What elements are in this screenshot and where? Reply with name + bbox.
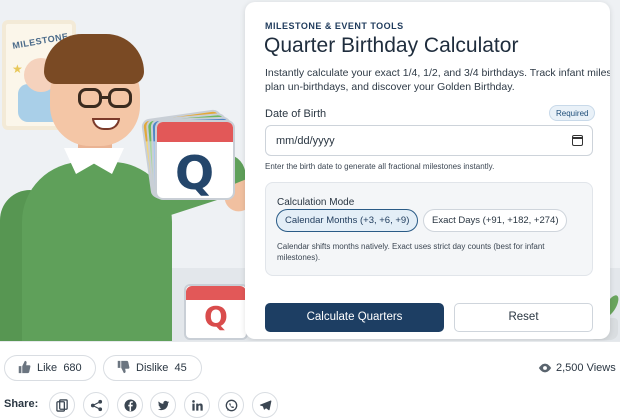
dob-hint: Enter the birth date to generate all fra…: [265, 162, 495, 171]
telegram-share-button[interactable]: [252, 392, 278, 418]
eye-icon: [538, 363, 552, 373]
engagement-bar: Like 680 Dislike 45 2,500 Views Share:: [0, 341, 620, 418]
mode-option-exact-days[interactable]: Exact Days (+91, +182, +274): [423, 209, 568, 232]
facebook-share-button[interactable]: [117, 392, 143, 418]
calendar-picker-icon[interactable]: [572, 135, 583, 146]
views-text: 2,500 Views: [556, 362, 616, 374]
hair: [44, 34, 144, 84]
dislike-label: Dislike: [136, 362, 169, 374]
calculator-card: MILESTONE & EVENT TOOLS Quarter Birthday…: [245, 2, 610, 339]
description: Instantly calculate your exact 1/4, 1/2,…: [265, 66, 610, 94]
date-of-birth-input[interactable]: mm/dd/yyyy: [265, 125, 593, 156]
glasses-left-lens: [78, 88, 102, 108]
linkedin-icon: [192, 400, 203, 411]
mode-note: Calendar shifts months natively. Exact u…: [277, 242, 545, 262]
facebook-icon: [124, 399, 137, 412]
date-placeholder: mm/dd/yyyy: [276, 135, 335, 147]
glasses-right-lens: [108, 88, 132, 108]
dislike-button[interactable]: Dislike 45: [103, 355, 202, 381]
calendar-header: [157, 122, 233, 142]
twitter-share-button[interactable]: [150, 392, 176, 418]
calendar-q-letter: Q: [175, 146, 215, 200]
description-line: plan un-birthdays, and discover your Gol…: [265, 81, 515, 93]
mode-option-calendar-months[interactable]: Calendar Months (+3, +6, +9): [276, 209, 419, 232]
small-calendar-q-letter: Q: [204, 300, 228, 333]
linkedin-share-button[interactable]: [184, 392, 210, 418]
share-button[interactable]: [83, 392, 109, 418]
copy-link-button[interactable]: [49, 392, 75, 418]
eyebrow-label: MILESTONE & EVENT TOOLS: [265, 21, 404, 31]
share-icon: [90, 399, 103, 412]
twitter-icon: [157, 400, 170, 411]
thumbs-up-icon: [18, 360, 31, 374]
small-calendar-icon: Q: [184, 284, 248, 340]
like-label: Like: [37, 362, 58, 374]
copy-link-icon: [56, 399, 68, 412]
hero-illustration: MILESTONE ★ Q Q MILESTONE & EVENT TOOLS …: [0, 0, 620, 341]
glasses-bridge: [100, 96, 110, 99]
description-line: Instantly calculate your exact 1/4, 1/2,…: [265, 67, 610, 79]
like-button[interactable]: Like 680: [4, 355, 96, 381]
dislike-count: 45: [174, 362, 187, 374]
like-count: 680: [63, 362, 82, 374]
page-title: Quarter Birthday Calculator: [264, 34, 519, 57]
thumbs-down-icon: [117, 360, 130, 374]
whatsapp-icon: [225, 399, 238, 412]
calculation-mode-panel: Calculation Mode Calendar Months (+3, +6…: [265, 182, 593, 276]
telegram-icon: [259, 400, 272, 411]
dob-label: Date of Birth: [265, 108, 327, 120]
share-label: Share:: [4, 398, 39, 410]
mode-label: Calculation Mode: [277, 197, 355, 208]
whatsapp-share-button[interactable]: [218, 392, 244, 418]
calculate-quarters-button[interactable]: Calculate Quarters: [265, 303, 444, 332]
calendar-stack-icon: Q: [140, 108, 235, 202]
reset-button[interactable]: Reset: [454, 303, 593, 332]
required-badge: Required: [549, 105, 596, 121]
